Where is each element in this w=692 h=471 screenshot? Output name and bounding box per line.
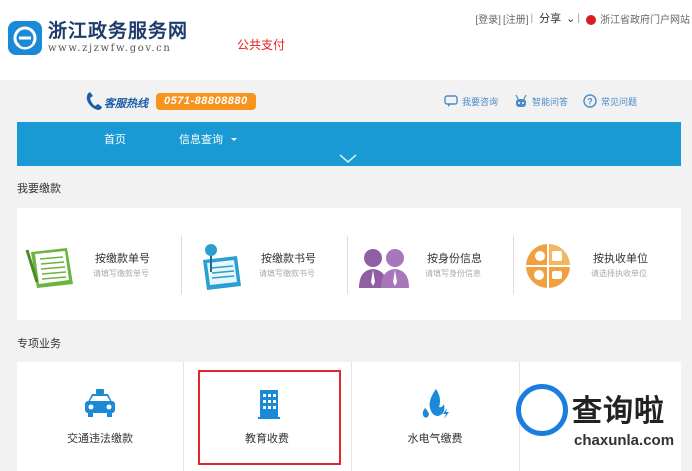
chevron-down-icon[interactable] — [339, 154, 357, 164]
pay-by-notice-number[interactable]: 按缴款书号 请填写缴款书号 — [183, 208, 349, 320]
pay-by-bill-number[interactable]: 按缴款单号 请填写缴款单号 — [17, 208, 183, 320]
national-emblem-icon — [586, 14, 596, 25]
logo-url: www.zjzwfw.gov.cn — [48, 43, 172, 54]
divider — [513, 236, 514, 294]
hotline-bar: 客服热线 0571-88808880 我要咨询 智能问答 ? 常见问题 — [0, 80, 692, 122]
taxi-icon — [85, 389, 115, 417]
consult-link[interactable]: 我要咨询 — [444, 94, 498, 108]
pay-method-title: 按缴款书号 — [261, 253, 316, 265]
traffic-fine-service[interactable]: 交通违法缴款 — [17, 362, 183, 471]
form-document-icon — [25, 248, 73, 288]
question-icon: ? — [583, 94, 597, 108]
watermark-title: 查询啦 — [572, 395, 665, 428]
register-link[interactable]: [注册] — [503, 11, 529, 26]
logo-title: 浙江政务服务网 — [48, 20, 189, 42]
svg-text:?: ? — [587, 97, 593, 107]
faq-link[interactable]: ? 常见问题 — [583, 94, 637, 108]
people-icon — [359, 249, 409, 288]
separator: | — [577, 12, 580, 24]
pay-method-hint: 请填写身份信息 — [425, 269, 481, 278]
pay-method-title: 按身份信息 — [427, 253, 482, 265]
pay-method-hint: 请选择执收单位 — [591, 269, 647, 278]
main-nav: 首页 信息查询 — [17, 122, 681, 166]
chevron-down-icon: ⌄ — [563, 13, 576, 25]
agency-chart-icon — [526, 244, 570, 288]
share-link[interactable]: 分享 ⌄ — [537, 10, 575, 26]
pay-method-hint: 请填写缴款书号 — [259, 269, 315, 278]
nav-home[interactable]: 首页 — [104, 131, 126, 147]
separator: | — [530, 12, 534, 24]
service-label: 水电气缴费 — [407, 433, 463, 445]
divider — [181, 236, 182, 294]
highlight-box — [198, 370, 341, 465]
login-link[interactable]: [登录] — [475, 11, 501, 26]
site-watermark: 查询啦 chaxunla.com — [510, 384, 690, 454]
top-links: [登录] [注册] | 分享 ⌄ | 浙江省政府门户网站 — [473, 10, 690, 26]
service-label: 交通违法缴款 — [67, 433, 133, 445]
watermark-logo-icon — [516, 384, 568, 436]
phone-icon — [86, 92, 102, 110]
hotline-number: 0571-88808880 — [156, 93, 256, 110]
chat-bubble-icon — [444, 95, 458, 107]
nav-info-query[interactable]: 信息查询 — [179, 131, 239, 147]
pay-by-agency[interactable]: 按执收单位 请选择执收单位 — [515, 208, 681, 320]
pin-document-icon — [203, 244, 241, 290]
payment-methods: 按缴款单号 请填写缴款单号 按缴款书号 请填写缴款书号 按身份信息 请填写身份信… — [17, 208, 681, 320]
robot-icon — [515, 94, 527, 107]
top-header: 浙江政务服务网 www.zjzwfw.gov.cn 公共支付 [登录] [注册]… — [0, 0, 692, 80]
watermark-url: chaxunla.com — [574, 432, 675, 449]
pay-by-identity[interactable]: 按身份信息 请填写身份信息 — [349, 208, 515, 320]
smart-qa-link[interactable]: 智能问答 — [514, 94, 568, 108]
pay-method-hint: 请填写缴款单号 — [93, 269, 149, 278]
utilities-service[interactable]: 水电气缴费 — [352, 362, 518, 471]
site-logo[interactable]: 浙江政务服务网 www.zjzwfw.gov.cn — [8, 20, 188, 56]
logo-e-icon — [8, 21, 42, 55]
special-section-title: 专项业务 — [17, 338, 61, 350]
caret-down-icon — [231, 138, 237, 141]
pay-method-title: 按执收单位 — [593, 253, 648, 265]
payment-section-title: 我要缴款 — [17, 183, 61, 195]
pay-method-title: 按缴款单号 — [95, 253, 150, 265]
portal-link[interactable]: 浙江省政府门户网站 — [584, 11, 690, 26]
hotline-label: 客服热线 — [104, 98, 148, 110]
page-tag: 公共支付 — [237, 38, 286, 52]
divider — [347, 236, 348, 294]
utility-flame-icon — [422, 389, 449, 419]
